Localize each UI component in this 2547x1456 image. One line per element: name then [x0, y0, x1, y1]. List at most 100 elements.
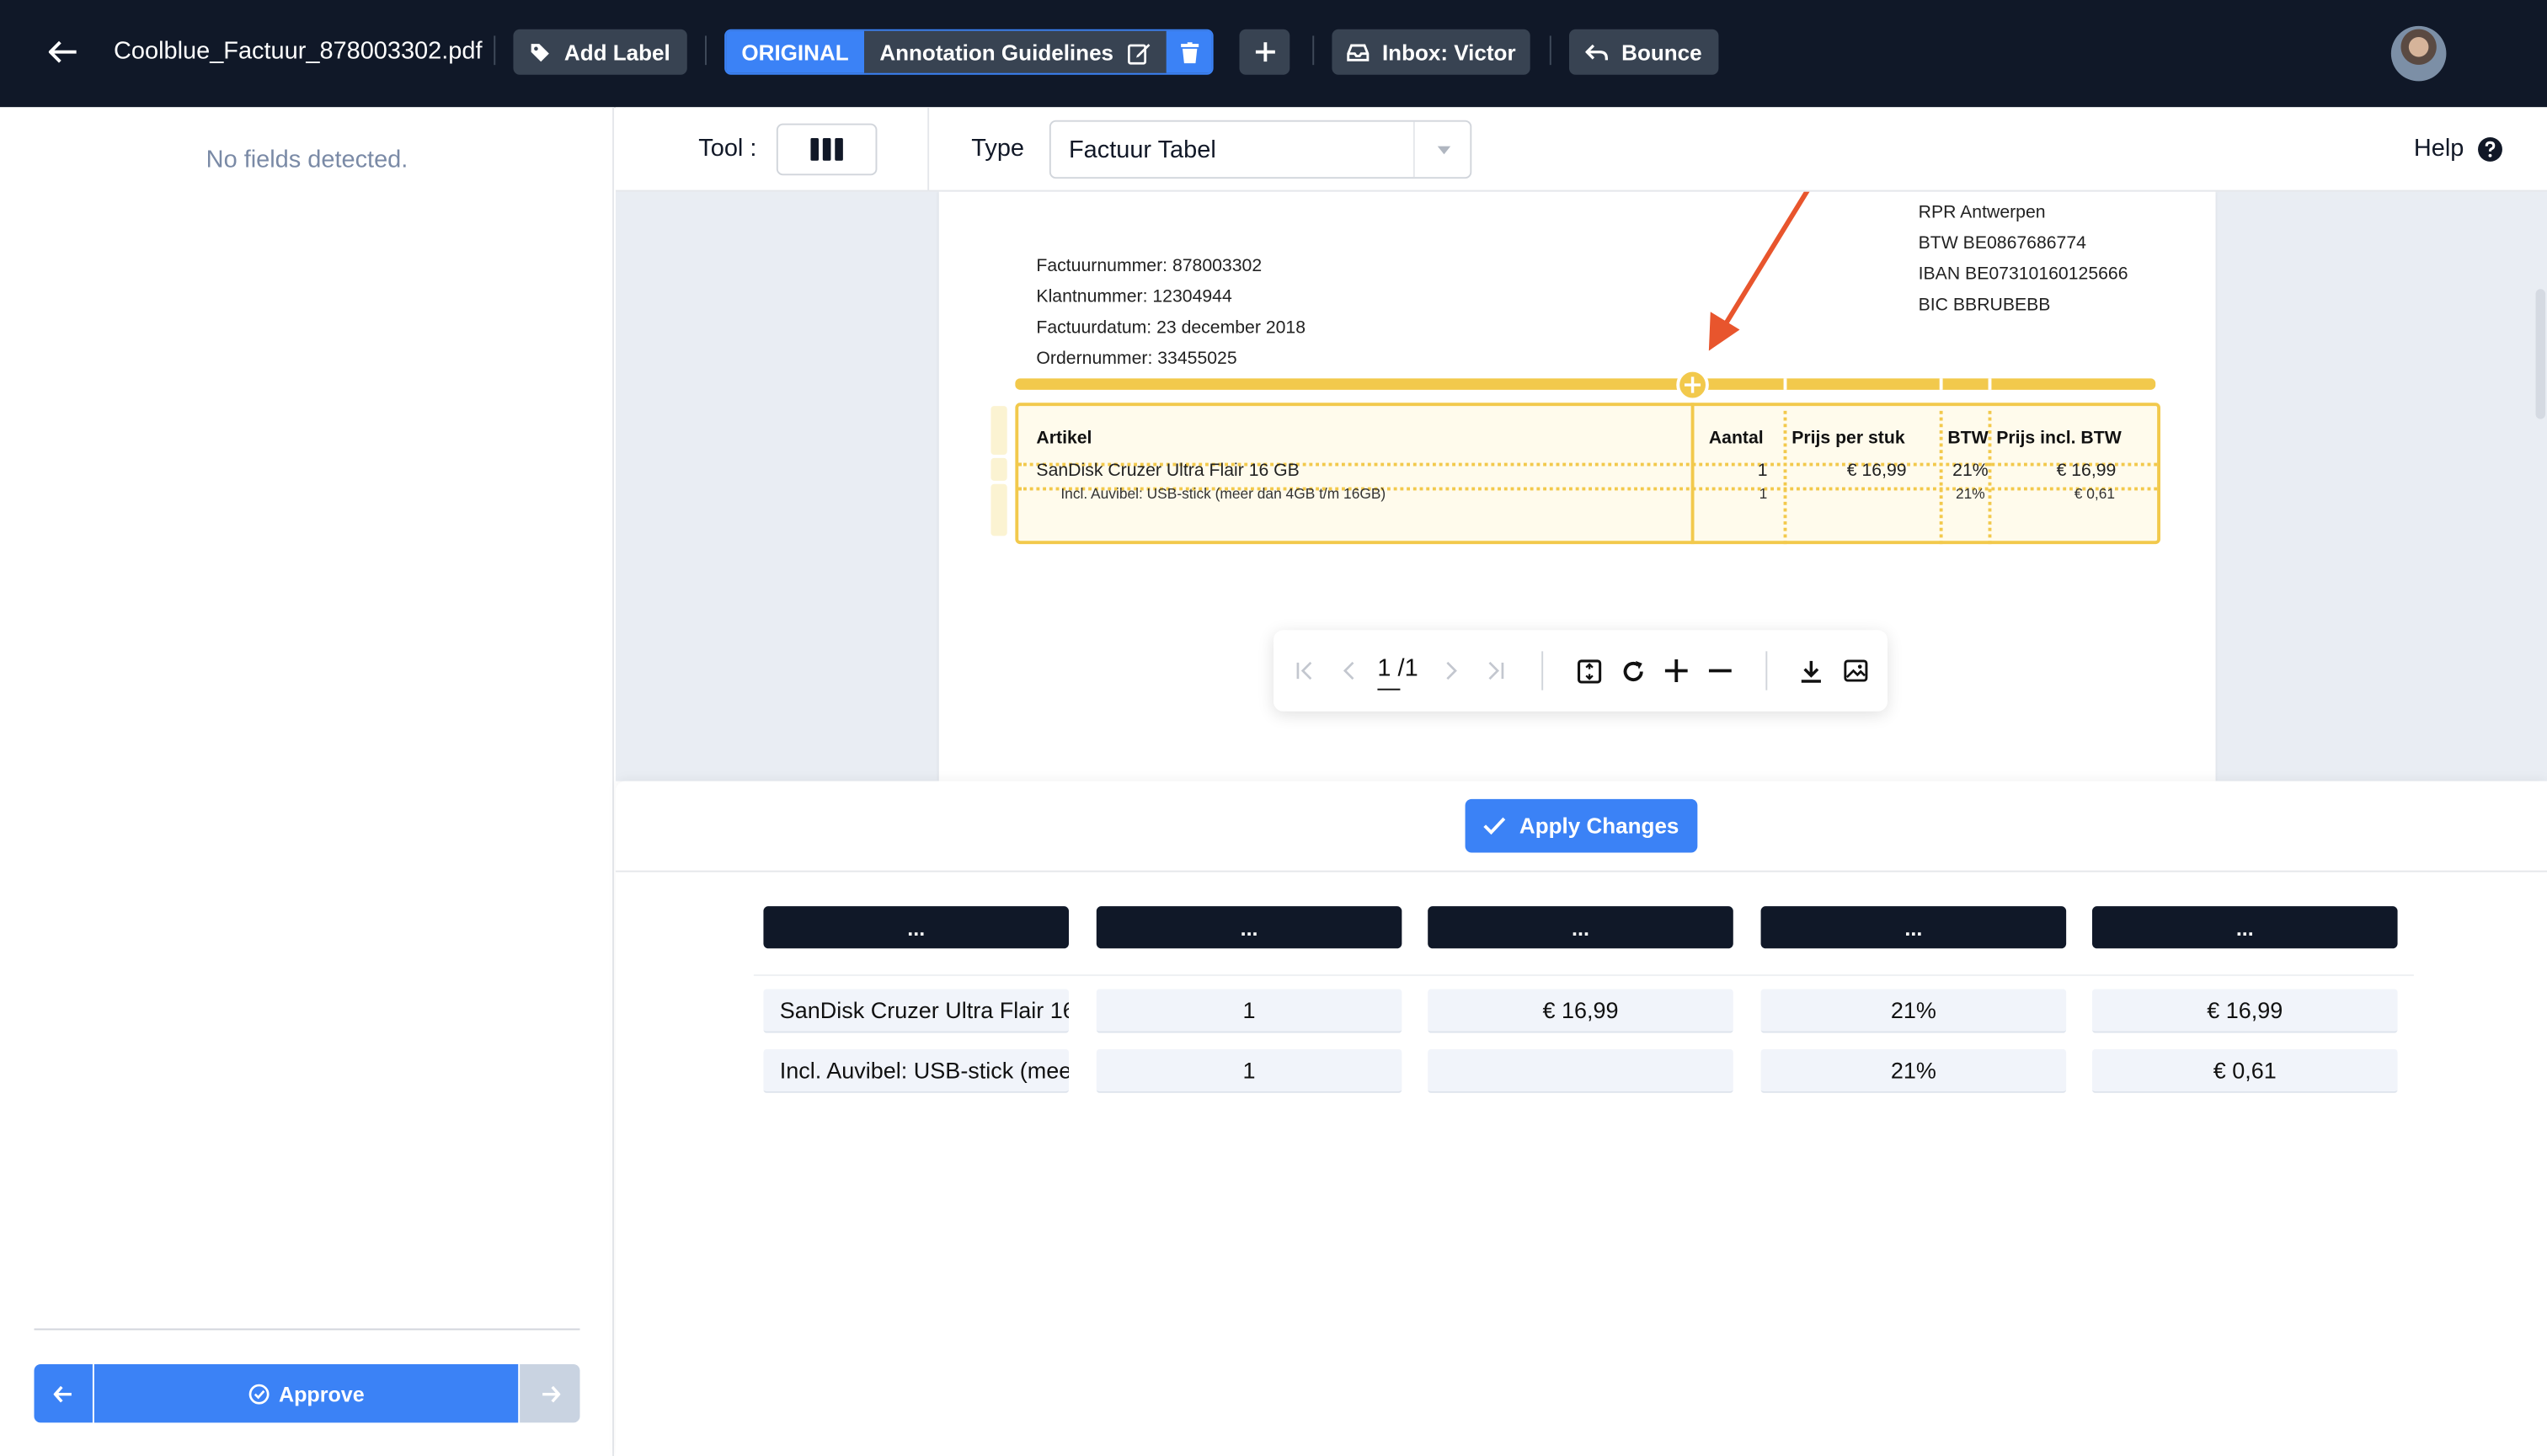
apply-changes-button[interactable]: Apply Changes — [1465, 798, 1698, 853]
toolbar-divider — [927, 107, 930, 192]
image-view-button[interactable] — [1840, 656, 1870, 685]
table-cell-input[interactable]: SanDisk Cruzer Ultra Flair 16 GB — [763, 989, 1069, 1033]
add-button[interactable] — [1239, 29, 1290, 75]
doc-header-prijs-incl-btw: Prijs incl. BTW — [1996, 429, 2122, 449]
column-tool-button[interactable] — [776, 123, 878, 176]
next-page-button[interactable] — [1438, 656, 1467, 685]
table-cell-input[interactable]: 21% — [1760, 989, 2067, 1033]
document-viewer[interactable]: Factuurnummer: 878003302 Klantnummer: 12… — [615, 191, 2547, 781]
rotate-icon — [1622, 659, 1642, 681]
add-label-text: Add Label — [563, 40, 670, 65]
trash-icon — [1181, 41, 1199, 63]
columns-icon — [810, 137, 843, 161]
back-button[interactable] — [39, 29, 88, 75]
table-cell-input[interactable]: 21% — [1760, 1048, 2067, 1093]
doc-header-artikel: Artikel — [1036, 429, 1092, 449]
doc-header-prijs-per-stuk: Prijs per stuk — [1791, 429, 1905, 449]
column-separator[interactable] — [1939, 403, 1943, 545]
doc-cell: 21% — [1955, 485, 1985, 502]
column-header-menu[interactable]: ... — [763, 906, 1069, 949]
first-page-button[interactable] — [1290, 656, 1319, 685]
download-button[interactable] — [1797, 656, 1826, 685]
chevron-right-icon — [1446, 661, 1457, 680]
row-handle[interactable] — [990, 457, 1007, 481]
table-cell-input[interactable] — [1428, 1048, 1733, 1093]
next-document-button[interactable] — [520, 1363, 580, 1423]
tool-label: Tool : — [698, 135, 757, 163]
type-select[interactable]: Factuur Tabel — [1049, 120, 1472, 179]
column-header-menu[interactable]: ... — [1760, 906, 2067, 949]
inbox-icon — [1346, 43, 1370, 61]
no-fields-message: No fields detected. — [206, 146, 408, 174]
check-icon — [1484, 817, 1506, 835]
doc-cell: € 16,99 — [2056, 461, 2117, 481]
zoom-in-button[interactable] — [1662, 656, 1691, 685]
select-divider — [1412, 121, 1415, 178]
last-page-button[interactable] — [1482, 656, 1511, 685]
inbox-text: Inbox: Victor — [1381, 40, 1516, 65]
doc-cell: € 0,61 — [2074, 485, 2116, 502]
table-cell-input[interactable]: 1 — [1096, 1048, 1402, 1093]
row-handle[interactable] — [990, 406, 1007, 455]
table-cell-input[interactable]: Incl. Auvibel: USB-stick (meer dan 4GB t… — [763, 1048, 1069, 1093]
original-tab[interactable]: ORIGINAL — [726, 30, 864, 73]
first-page-icon — [1296, 661, 1312, 680]
bounce-button[interactable]: Bounce — [1568, 29, 1719, 75]
column-separator[interactable] — [1690, 403, 1695, 545]
plus-icon — [1254, 42, 1274, 62]
zoom-out-icon — [1708, 669, 1732, 673]
edit-icon — [1127, 43, 1150, 64]
column-separator[interactable] — [1988, 403, 1992, 545]
table-cell-input[interactable]: € 0,61 — [2091, 1048, 2398, 1093]
arrow-left-icon — [53, 1384, 72, 1402]
column-header-menu[interactable]: ... — [2091, 906, 2398, 949]
delete-button[interactable] — [1166, 30, 1212, 73]
help-button[interactable]: Help — [2414, 135, 2503, 163]
top-bar: Coolblue_Factuur_878003302.pdf Add Label… — [0, 0, 2547, 108]
toolbar-divider — [1549, 35, 1551, 66]
tag-icon — [531, 43, 550, 61]
doc-header-aantal: Aantal — [1708, 429, 1764, 449]
table-cell-input[interactable]: 1 — [1096, 989, 1402, 1033]
view-mode-switch: ORIGINAL Annotation Guidelines — [724, 29, 1214, 75]
rotate-button[interactable] — [1618, 656, 1647, 685]
toolbar-divider — [494, 35, 496, 66]
toolbar-divider — [704, 35, 707, 66]
table-cell-input[interactable]: € 16,99 — [2091, 989, 2398, 1033]
page-input-underline — [1377, 688, 1401, 691]
bounce-icon — [1585, 43, 1609, 60]
doc-cell: 1 — [1759, 485, 1768, 502]
chevron-left-icon — [1343, 661, 1354, 680]
table-editor: Apply Changes ... ... ... ... ... SanDis… — [615, 781, 2547, 1456]
inbox-button[interactable]: Inbox: Victor — [1332, 29, 1530, 75]
doc-cell: Incl. Auvibel: USB-stick (meer dan 4GB t… — [1060, 485, 1386, 502]
row-handles — [990, 403, 1007, 539]
panel-divider — [34, 1328, 580, 1331]
previous-page-button[interactable] — [1333, 656, 1363, 685]
type-select-value: Factuur Tabel — [1068, 136, 1216, 164]
doc-cell: SanDisk Cruzer Ultra Flair 16 GB — [1036, 461, 1300, 481]
red-arrow-annotation — [1708, 191, 1810, 351]
approve-text: Approve — [278, 1381, 365, 1406]
column-separator[interactable] — [1783, 403, 1787, 545]
column-header-menu[interactable]: ... — [1096, 906, 1402, 949]
file-name: Coolblue_Factuur_878003302.pdf — [113, 37, 483, 66]
fit-page-button[interactable] — [1574, 656, 1604, 685]
zoom-in-icon — [1664, 659, 1688, 682]
table-cell-input[interactable]: € 16,99 — [1428, 989, 1733, 1033]
user-avatar[interactable] — [2390, 25, 2447, 82]
pager-divider — [1541, 651, 1544, 691]
check-circle-icon — [248, 1383, 269, 1404]
row-handle[interactable] — [990, 483, 1007, 536]
back-arrow-icon — [48, 40, 77, 63]
approve-button[interactable]: Approve — [93, 1363, 519, 1423]
viewer-scrollbar[interactable] — [2535, 289, 2546, 419]
fit-page-icon — [1577, 659, 1601, 683]
column-header-menu[interactable]: ... — [1428, 906, 1733, 949]
add-label-button[interactable]: Add Label — [513, 29, 687, 75]
bounce-text: Bounce — [1621, 40, 1702, 65]
chevron-down-icon — [1437, 146, 1451, 155]
previous-document-button[interactable] — [34, 1363, 93, 1423]
annotation-guidelines-tab[interactable]: Annotation Guidelines — [864, 31, 1167, 73]
zoom-out-button[interactable] — [1706, 656, 1735, 685]
